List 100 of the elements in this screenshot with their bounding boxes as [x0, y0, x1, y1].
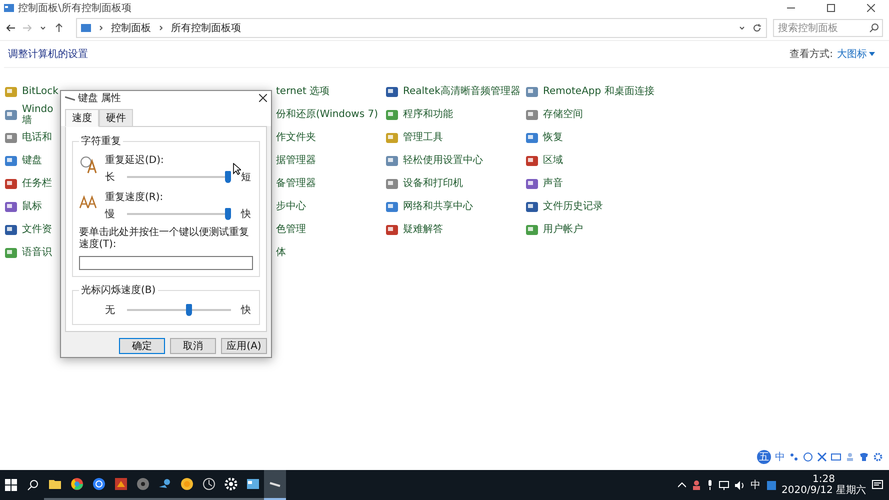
applet-icon	[385, 222, 399, 236]
applet-link[interactable]: BitLock	[22, 86, 58, 97]
clock-icon[interactable]	[202, 477, 216, 491]
applet-link[interactable]: 作文件夹	[276, 132, 316, 143]
applet-icon	[525, 176, 539, 190]
breadcrumb-item[interactable]: 控制面板	[111, 21, 151, 35]
keyboard-icon[interactable]	[831, 452, 841, 462]
globe-icon[interactable]	[92, 477, 106, 491]
slider-max-label: 快	[241, 208, 252, 221]
game-icon[interactable]	[114, 477, 128, 491]
clock[interactable]: 1:28 2020/9/12 星期六	[782, 474, 866, 496]
disc-icon[interactable]	[136, 477, 150, 491]
applet-link[interactable]: 电话和	[22, 132, 52, 143]
color-wheel-icon[interactable]	[70, 477, 84, 491]
applet-link[interactable]: 管理工具	[403, 132, 443, 143]
taskbar-app[interactable]	[264, 470, 286, 500]
applet-link[interactable]: 键盘	[22, 155, 42, 166]
applet-link[interactable]: 网络和共享中心	[403, 201, 473, 212]
dialog-title: 键盘 属性	[78, 92, 122, 105]
windows-logo-icon	[5, 479, 17, 491]
applet-link[interactable]: 鼠标	[22, 201, 42, 212]
applet-link[interactable]: 恢复	[543, 132, 563, 143]
applet-link[interactable]: 设备和打印机	[403, 178, 463, 189]
punctuation-icon[interactable]	[789, 452, 799, 462]
close-icon	[867, 4, 875, 12]
applet-link[interactable]: 文件资	[22, 224, 52, 235]
applet-link[interactable]: 色管理	[276, 224, 306, 235]
applet-icon	[4, 200, 18, 214]
applet-link[interactable]: 声音	[543, 178, 563, 189]
applet-link[interactable]: 步中心	[276, 201, 306, 212]
applet-link[interactable]: 轻松使用设置中心	[403, 155, 483, 166]
window-title: 控制面板\所有控制面板项	[18, 2, 132, 15]
refresh-icon[interactable]	[752, 23, 762, 33]
applet-link[interactable]: 备管理器	[276, 178, 316, 189]
applet-link[interactable]: Realtek高清晰音频管理器	[403, 86, 520, 97]
up-icon[interactable]	[54, 23, 64, 33]
applet-link[interactable]: 据管理器	[276, 155, 316, 166]
applet-link[interactable]: 体	[276, 247, 286, 258]
applet-icon	[525, 200, 539, 214]
time-text: 1:28	[812, 474, 835, 485]
applet-link[interactable]: 存储空间	[543, 109, 583, 120]
applet-link[interactable]: 任务栏	[22, 178, 52, 189]
caret-icon	[869, 51, 875, 57]
dialog-button[interactable]: 取消	[170, 338, 216, 354]
monitor-icon[interactable]	[718, 480, 729, 490]
applet-icon	[4, 222, 18, 236]
slider-max-label: 快	[241, 304, 252, 317]
applet-link[interactable]: 份和还原(Windows 7)	[276, 109, 378, 120]
view-by-dropdown[interactable]: 大图标	[837, 47, 875, 61]
breadcrumb-item[interactable]: 所有控制面板项	[171, 21, 241, 35]
applet-icon	[4, 84, 18, 98]
close-icon[interactable]	[259, 94, 267, 102]
dialog-button[interactable]: 确定	[119, 338, 165, 354]
applet-link[interactable]: 语音识	[22, 247, 52, 258]
slider-thumb[interactable]	[225, 171, 231, 183]
dialog-button[interactable]: 应用(A)	[221, 338, 267, 354]
window-icon[interactable]	[246, 477, 260, 491]
input-method-indicator[interactable]: 中	[750, 478, 761, 492]
microphone-icon[interactable]	[706, 480, 713, 490]
applet-link[interactable]: 文件历史记录	[543, 201, 603, 212]
chevron-up-icon[interactable]	[678, 482, 686, 488]
applet-icon	[4, 246, 18, 260]
tab[interactable]: 硬件	[99, 109, 133, 127]
search-field[interactable]: 搜索控制面板	[773, 19, 883, 37]
applet-icon	[385, 108, 399, 122]
applet-icon	[385, 130, 399, 144]
view-by-label: 查看方式:	[790, 48, 833, 61]
applet-link[interactable]: 区域	[543, 155, 563, 166]
ime-mode-button[interactable]: 中	[775, 450, 785, 464]
speaker-icon[interactable]	[734, 480, 745, 490]
applet-link[interactable]: Windo 墙	[22, 104, 54, 126]
group-title: 字符重复	[79, 134, 123, 148]
slider-max-label: 短	[241, 171, 252, 184]
back-icon[interactable]	[6, 23, 16, 33]
slider-label: 重复速度(R):	[105, 190, 164, 204]
shirt-icon[interactable]	[859, 452, 869, 462]
applet-link[interactable]: ternet 选项	[276, 86, 330, 97]
search-icon[interactable]	[869, 23, 879, 33]
tab[interactable]: 速度	[65, 109, 99, 127]
applet-icon	[385, 154, 399, 168]
slider-thumb[interactable]	[186, 304, 192, 316]
applet-link[interactable]: 程序和功能	[403, 109, 453, 120]
applet-icon	[385, 84, 399, 98]
slider-thumb[interactable]	[225, 208, 231, 220]
folder-icon[interactable]	[48, 477, 62, 491]
ime-logo[interactable]: 五	[757, 450, 771, 464]
applet-icon	[525, 154, 539, 168]
applet-icon	[525, 222, 539, 236]
notification-icon[interactable]	[872, 480, 883, 490]
applet-link[interactable]: RemoteApp 和桌面连接	[543, 86, 654, 97]
test-input-field[interactable]	[79, 256, 253, 270]
address-field[interactable]: 控制面板 所有控制面板项	[76, 18, 767, 38]
applet-icon	[4, 108, 18, 122]
sun-icon[interactable]	[180, 477, 194, 491]
applet-icon	[4, 176, 18, 190]
page-heading: 调整计算机的设置	[8, 48, 89, 61]
person-icon[interactable]	[692, 480, 701, 490]
field-label: 要单击此处并按住一个键以便测试重复速度(T):	[79, 227, 250, 251]
applet-link[interactable]: 用户帐户	[543, 224, 583, 235]
applet-link[interactable]: 疑难解答	[403, 224, 443, 235]
